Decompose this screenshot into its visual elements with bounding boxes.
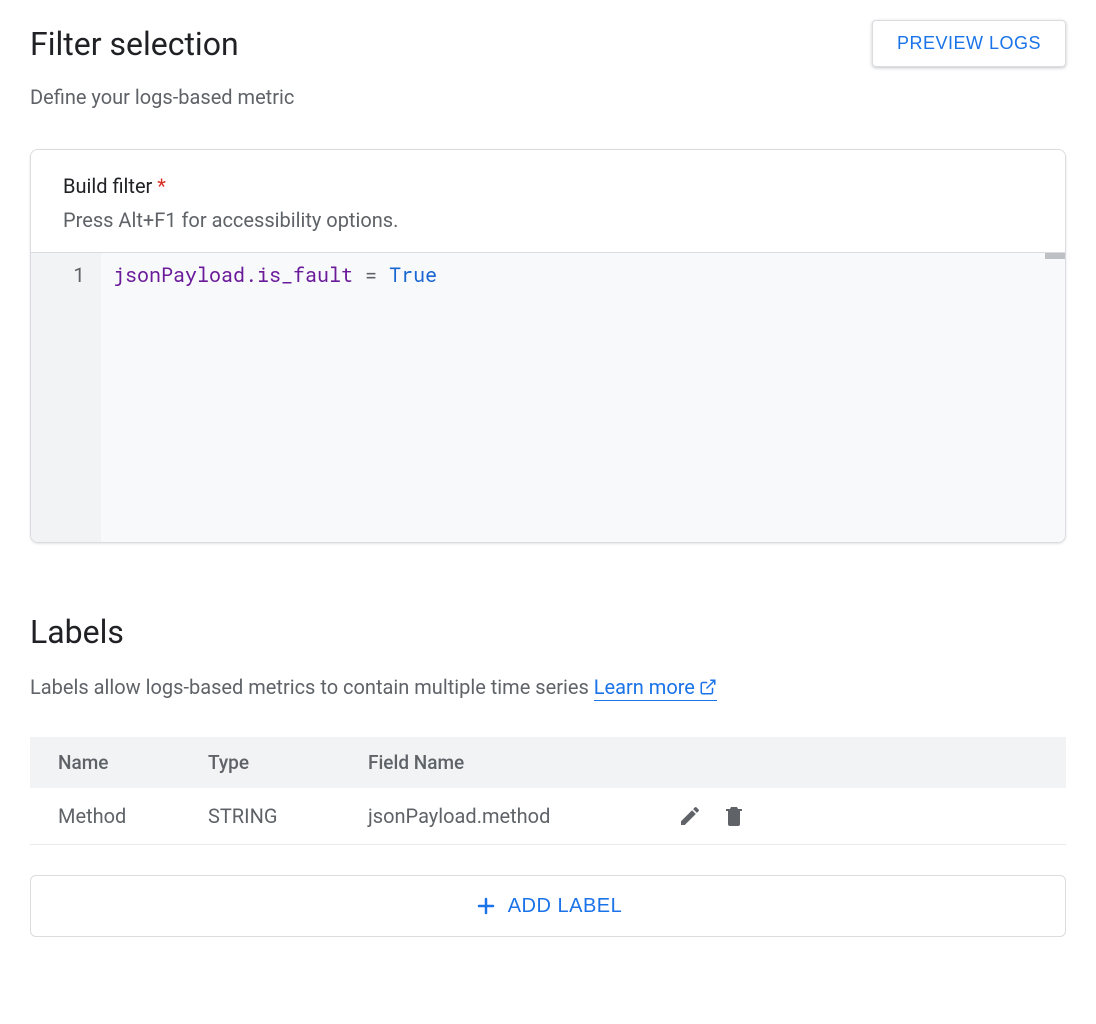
labels-table: Name Type Field Name Method STRING jsonP… — [30, 737, 1066, 845]
learn-more-text: Learn more — [594, 675, 695, 699]
filter-code-editor[interactable]: 1 jsonPayload.is_fault = True — [31, 252, 1065, 542]
token-value: True — [389, 262, 437, 288]
required-indicator: * — [157, 174, 166, 198]
col-header-type: Type — [180, 737, 340, 788]
external-link-icon — [699, 677, 717, 701]
add-label-button[interactable]: ADD LABEL — [30, 875, 1066, 937]
delete-icon[interactable] — [722, 804, 746, 828]
build-filter-label: Build filter * — [63, 174, 1033, 198]
scrollbar-indicator[interactable] — [1045, 253, 1065, 259]
col-header-name: Name — [30, 737, 180, 788]
cell-name: Method — [30, 788, 180, 845]
token-operator: = — [353, 262, 389, 288]
labels-title: Labels — [30, 613, 1066, 651]
cell-fieldname: jsonPayload.method — [340, 788, 650, 845]
col-header-fieldname: Field Name — [340, 737, 650, 788]
code-content[interactable]: jsonPayload.is_fault = True — [101, 253, 1065, 542]
edit-icon[interactable] — [678, 804, 702, 828]
token-field: jsonPayload.is_fault — [113, 262, 353, 288]
learn-more-link[interactable]: Learn more — [594, 675, 717, 701]
build-filter-label-text: Build filter — [63, 174, 152, 198]
labels-description: Labels allow logs-based metrics to conta… — [30, 675, 1066, 701]
accessibility-hint: Press Alt+F1 for accessibility options. — [63, 208, 1033, 232]
editor-gutter: 1 — [31, 253, 101, 542]
plus-icon — [474, 894, 498, 918]
row-actions — [678, 804, 1038, 828]
cell-type: STRING — [180, 788, 340, 845]
line-number: 1 — [31, 261, 85, 289]
preview-logs-button[interactable]: PREVIEW LOGS — [872, 20, 1066, 67]
table-row: Method STRING jsonPayload.method — [30, 788, 1066, 845]
table-header-row: Name Type Field Name — [30, 737, 1066, 788]
filter-selection-title: Filter selection — [30, 25, 239, 63]
filter-selection-subtitle: Define your logs-based metric — [30, 85, 1066, 109]
build-filter-card: Build filter * Press Alt+F1 for accessib… — [30, 149, 1066, 543]
labels-description-text: Labels allow logs-based metrics to conta… — [30, 675, 594, 699]
add-label-text: ADD LABEL — [508, 895, 623, 918]
